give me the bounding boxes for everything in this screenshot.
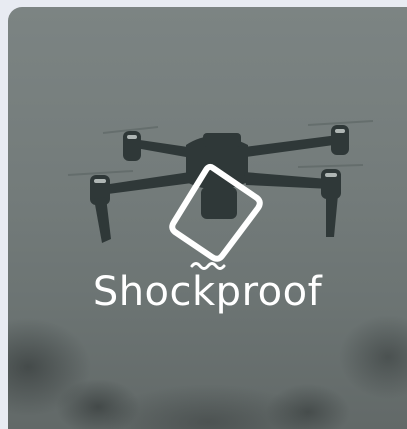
feature-card[interactable]: Shockproof	[8, 7, 407, 429]
shockproof-phone-icon	[169, 163, 263, 270]
feature-label: Shockproof	[92, 269, 323, 315]
